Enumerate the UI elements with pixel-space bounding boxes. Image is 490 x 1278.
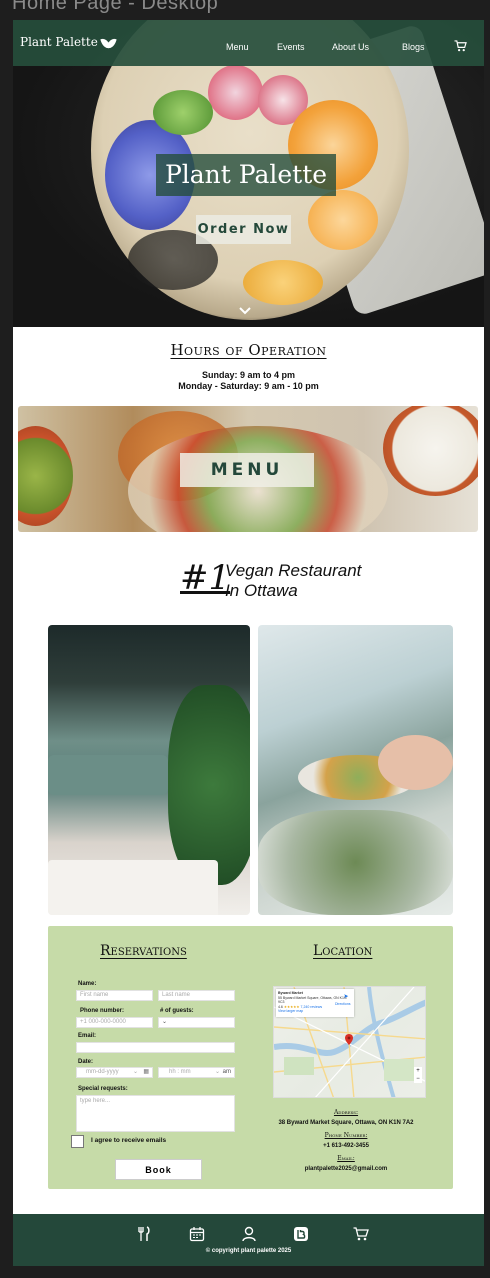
calendar-icon: ▦	[143, 1069, 149, 1075]
blog-icon[interactable]	[293, 1226, 309, 1242]
calendar-icon[interactable]	[189, 1226, 205, 1242]
map-reviews[interactable]: 7,240 reviews	[301, 1005, 323, 1009]
chevron-down-icon: ⌄	[214, 1069, 220, 1075]
cart-icon[interactable]	[353, 1226, 369, 1242]
name-label: Name:	[78, 981, 97, 987]
phone-input[interactable]: +1 000-000-0000	[76, 1017, 153, 1028]
email-label: Email:	[78, 1033, 97, 1039]
directions-icon[interactable]: ➤	[340, 993, 352, 1000]
ampm-toggle[interactable]: am	[223, 1068, 231, 1077]
utensils-icon[interactable]	[136, 1226, 152, 1242]
lower-section: Reservations Location Name: First name L…	[13, 20, 484, 1266]
email-consent-label: I agree to receive emails	[91, 1137, 167, 1144]
date-placeholder: mm-dd-yyyy	[86, 1069, 119, 1075]
location-title: Location	[313, 943, 373, 959]
address-label: Address:	[333, 1109, 359, 1116]
time-input[interactable]: hh : mm ⌄ am	[158, 1067, 235, 1078]
date-label: Date:	[78, 1059, 94, 1065]
email-consent-checkbox[interactable]	[71, 1135, 84, 1148]
guests-label: # of guests:	[160, 1008, 194, 1014]
reservations-title: Reservations	[100, 943, 187, 959]
email-value[interactable]: plantpalette2025@gmail.com	[243, 1166, 449, 1172]
guests-select[interactable]: ⌄	[158, 1017, 235, 1028]
star-icon: ★★★★★	[283, 1004, 300, 1009]
copyright: © copyright plant palette 2025	[205, 1248, 292, 1254]
footer: © copyright plant palette 2025	[13, 1214, 484, 1266]
chevron-down-icon: ⌄	[132, 1069, 138, 1075]
map-larger-link[interactable]: View larger map	[278, 1009, 352, 1014]
phone-number-label: Phone Number:	[324, 1132, 368, 1139]
requests-label: Special requests:	[78, 1086, 128, 1092]
user-icon[interactable]	[241, 1226, 257, 1242]
phone-label: Phone number:	[80, 1008, 125, 1014]
email-input[interactable]	[76, 1042, 235, 1053]
first-name-input[interactable]: First name	[76, 990, 153, 1001]
zoom-controls[interactable]: + −	[414, 1067, 422, 1083]
phone-value: +1 613-492-3455	[323, 1143, 369, 1149]
date-input[interactable]: mm-dd-yyyy ⌄ ▦	[76, 1067, 153, 1078]
location-map[interactable]: Byward Market 55 Byward Market Square, O…	[273, 986, 426, 1098]
map-directions[interactable]: Directions	[335, 1002, 351, 1006]
time-placeholder: hh : mm	[169, 1069, 191, 1075]
map-pin-icon	[345, 1034, 353, 1045]
frame-label: Home Page - Desktop	[12, 0, 219, 14]
address-value: 38 Byward Market Square, Ottawa, ON K1N …	[278, 1120, 414, 1126]
book-button[interactable]: Book	[115, 1159, 202, 1180]
email-section-label: Email:	[337, 1155, 355, 1162]
map-rating: 4.6	[278, 1004, 283, 1009]
last-name-input[interactable]: Last name	[158, 990, 235, 1001]
requests-textarea[interactable]: type here...	[76, 1095, 235, 1132]
